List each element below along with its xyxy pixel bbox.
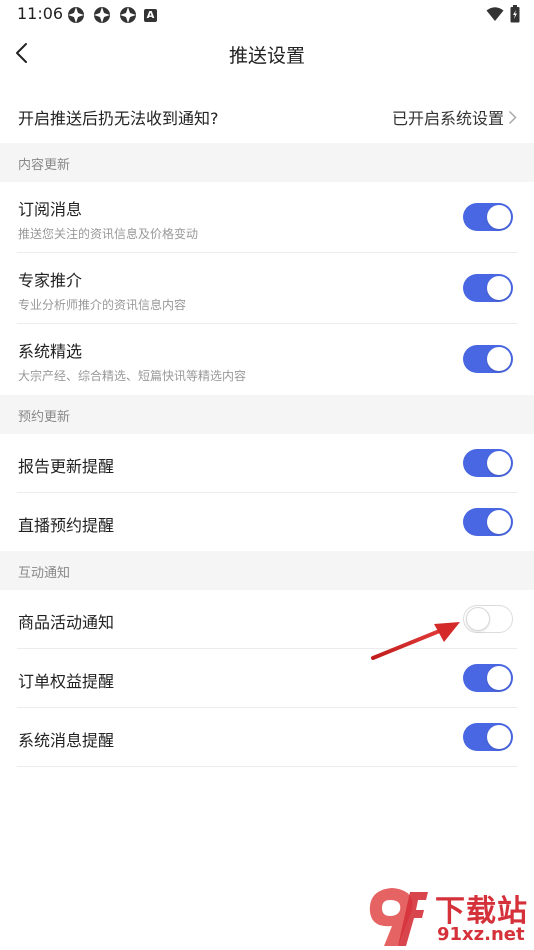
status-notification-icons: A xyxy=(66,5,157,25)
toggle-report-update[interactable] xyxy=(463,449,513,477)
toggle-knob xyxy=(466,607,490,631)
section-header-label: 互动通知 xyxy=(18,566,71,581)
toggle-knob xyxy=(487,276,511,300)
setting-row-report-update: 报告更新提醒 xyxy=(17,434,517,493)
system-settings-status-text: 已开启系统设置 xyxy=(391,109,504,128)
battery-icon xyxy=(510,5,520,23)
setting-label: 专家推介 xyxy=(18,271,83,290)
status-system-icons xyxy=(486,5,520,23)
setting-label: 系统消息提醒 xyxy=(18,731,115,750)
section-header-reservation-updates: 预约更新 xyxy=(0,395,534,434)
toggle-knob xyxy=(487,451,511,475)
toggle-knob xyxy=(487,510,511,534)
a-badge-icon: A xyxy=(144,8,157,22)
setting-label: 订单权益提醒 xyxy=(18,672,115,691)
setting-description: 专业分析师推介的资讯信息内容 xyxy=(18,298,187,312)
toggle-system-picks[interactable] xyxy=(463,345,513,373)
toggle-knob xyxy=(487,666,511,690)
nav-bar: 推送设置 xyxy=(0,30,534,78)
setting-label: 报告更新提醒 xyxy=(18,457,115,476)
setting-description: 推送您关注的资讯信息及价格变动 xyxy=(18,227,199,241)
watermark: 下载站 91xz.net xyxy=(362,884,534,950)
toggle-product-activity[interactable] xyxy=(463,605,513,633)
setting-row-live-reservation: 直播预约提醒 xyxy=(17,493,517,551)
toggle-system-messages[interactable] xyxy=(463,723,513,751)
notification-question: 开启推送后扔无法收到通知? xyxy=(18,109,219,128)
wifi-icon xyxy=(486,7,504,21)
app-notification-icon xyxy=(68,7,84,23)
setting-label: 商品活动通知 xyxy=(18,613,115,632)
watermark-url: 91xz.net xyxy=(437,924,525,945)
status-bar: 11:06 A xyxy=(0,0,534,28)
setting-label: 直播预约提醒 xyxy=(18,516,115,535)
annotation-arrow-icon xyxy=(371,622,460,660)
toggle-live-reservation[interactable] xyxy=(463,508,513,536)
toggle-subscription[interactable] xyxy=(463,203,513,231)
setting-label: 订阅消息 xyxy=(18,200,83,219)
toggle-knob xyxy=(487,205,511,229)
app-notification-icon xyxy=(120,7,136,23)
setting-description: 大宗产经、综合精选、短篇快讯等精选内容 xyxy=(18,369,247,383)
toggle-knob xyxy=(487,347,511,371)
section-header-label: 预约更新 xyxy=(18,410,71,425)
toggle-knob xyxy=(487,725,511,749)
toggle-expert-picks[interactable] xyxy=(463,274,513,302)
section-header-content-updates: 内容更新 xyxy=(0,143,534,182)
watermark-logo-icon xyxy=(369,888,428,946)
setting-row-system-messages: 系统消息提醒 xyxy=(17,708,517,767)
page-title: 推送设置 xyxy=(228,45,305,67)
setting-label: 系统精选 xyxy=(18,342,83,361)
section-header-label: 内容更新 xyxy=(18,158,71,173)
section-header-interaction-notices: 互动通知 xyxy=(0,551,534,590)
system-settings-row[interactable]: 开启推送后扔无法收到通知? 已开启系统设置 xyxy=(0,86,534,144)
app-notification-icon xyxy=(94,7,110,23)
setting-row-system-picks: 系统精选 大宗产经、综合精选、短篇快讯等精选内容 xyxy=(17,324,517,394)
toggle-order-benefits[interactable] xyxy=(463,664,513,692)
setting-row-expert-picks: 专家推介 专业分析师推介的资讯信息内容 xyxy=(17,253,517,324)
system-settings-status[interactable]: 已开启系统设置 xyxy=(392,105,517,129)
status-time: 11:06 xyxy=(17,4,64,23)
setting-row-subscription: 订阅消息 推送您关注的资讯信息及价格变动 xyxy=(17,182,517,253)
chevron-right-icon xyxy=(508,110,517,124)
